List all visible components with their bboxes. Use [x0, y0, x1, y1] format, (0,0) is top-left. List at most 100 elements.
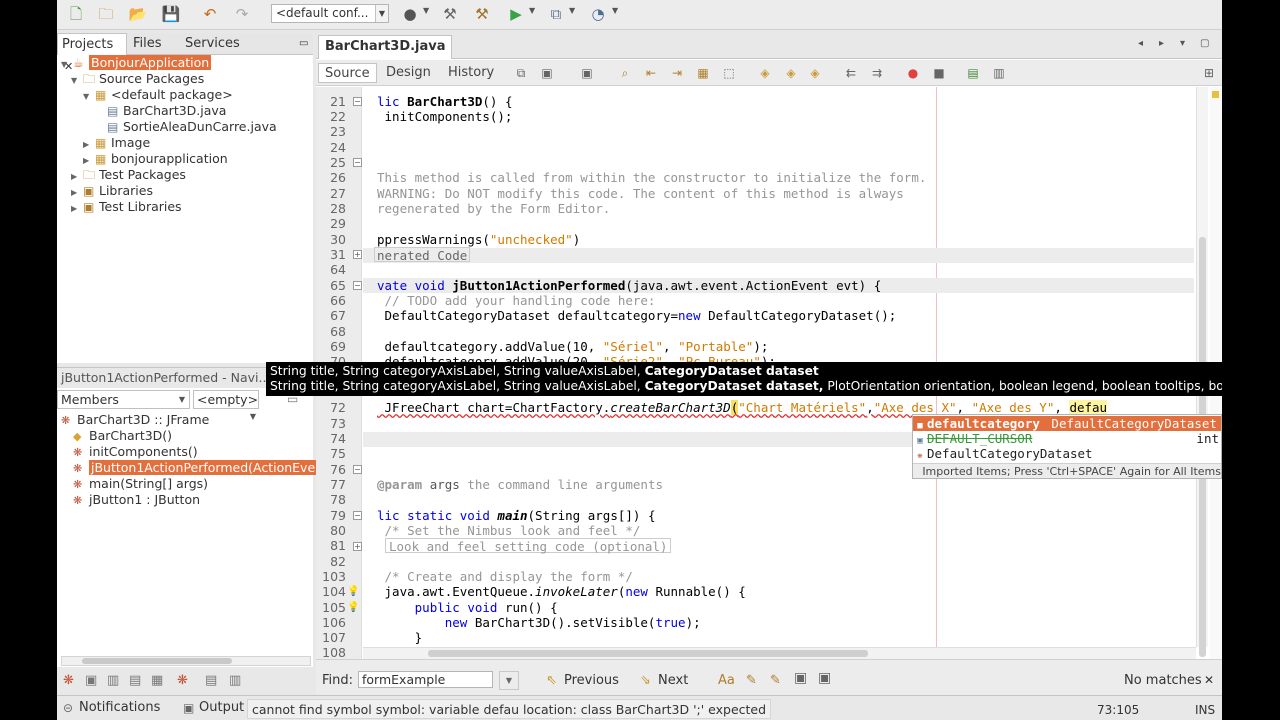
hint-bulb-icon[interactable]: 💡 — [347, 602, 359, 613]
chevron-down-icon[interactable]: ▾ — [1180, 38, 1185, 49]
warning-marker[interactable] — [1212, 91, 1219, 98]
output-tab[interactable]: Output — [199, 700, 244, 715]
rect-select-icon[interactable]: ⬚ — [720, 65, 738, 81]
save-all-icon[interactable]: 💾 — [160, 4, 182, 24]
output-icon[interactable]: ▣ — [183, 701, 194, 715]
fold-collapse-icon[interactable]: − — [353, 97, 362, 106]
find-input[interactable]: formExample — [358, 671, 493, 688]
nav-item-constructor[interactable]: ◆ BarChart3D() — [73, 428, 172, 444]
notifications-icon[interactable]: ⊝ — [63, 701, 73, 715]
nav-item-method[interactable]: ❋ jButton1ActionPerformed(ActionEven — [73, 460, 326, 476]
globe-icon[interactable]: ● — [399, 4, 421, 24]
next-bookmark-icon[interactable]: ◈ — [782, 65, 800, 81]
nav-item-method[interactable]: ❋ main(String[] args) — [73, 476, 208, 492]
scroll-left-icon[interactable]: ◂ — [1138, 38, 1143, 49]
tab-files[interactable]: Files — [129, 33, 179, 55]
sort-position-icon[interactable]: ▥ — [229, 673, 241, 688]
find-next-icon[interactable]: ⇥ — [668, 65, 686, 81]
fold-expand-icon[interactable]: + — [353, 542, 362, 551]
chevron-down-icon[interactable]: ▼ — [423, 6, 429, 15]
whole-words-icon[interactable]: ✎ — [746, 673, 757, 688]
chevron-down-icon[interactable]: ▼ — [71, 73, 83, 89]
expand-icon[interactable]: ⊞ — [1200, 65, 1218, 81]
previous-button[interactable]: Previous — [564, 673, 619, 688]
insert-mode[interactable]: INS — [1195, 703, 1215, 717]
previous-icon[interactable]: ⇖ — [546, 673, 557, 688]
chevron-down-icon[interactable]: ▼ — [499, 671, 519, 690]
nav-item-field[interactable]: ❋ jButton1 : JButton — [73, 492, 200, 508]
forward-icon[interactable]: ▣ — [578, 65, 596, 81]
profile-icon[interactable]: ◔ — [587, 4, 609, 24]
fold-collapse-icon[interactable]: − — [353, 158, 362, 167]
scrollbar-thumb[interactable] — [428, 650, 868, 657]
debug-icon[interactable]: ⧉ — [545, 4, 567, 24]
run-icon[interactable]: ▶ — [505, 4, 527, 24]
redo-icon[interactable]: ↷ — [231, 4, 253, 24]
tree-item-image[interactable]: ▶ ▦ Image — [83, 135, 150, 151]
chevron-down-icon[interactable]: ▼ — [179, 391, 185, 408]
open-project-icon[interactable]: 📂 — [127, 4, 149, 24]
new-project-icon[interactable]: 🗀 — [95, 4, 117, 24]
fold-collapse-icon[interactable]: − — [353, 511, 362, 520]
tree-item-package[interactable]: ▶ ▦ bonjourapplication — [83, 151, 228, 167]
chevron-down-icon[interactable]: ▼ — [612, 6, 618, 15]
members-select[interactable]: Members ▼ — [57, 390, 190, 409]
filter-nonpublic-icon[interactable]: ▥ — [107, 673, 119, 688]
record-macro-icon[interactable]: ● — [904, 65, 922, 81]
match-case-icon[interactable]: Aa — [718, 673, 735, 688]
tree-item-file[interactable]: ▤ BarChart3D.java — [107, 103, 226, 119]
tree-item-source-packages[interactable]: ▼ 🗀 Source Packages — [71, 71, 204, 87]
completion-item[interactable]: ■ defaultcategory DefaultCategoryDataset — [913, 416, 1221, 431]
prev-bookmark-icon[interactable]: ◈ — [756, 65, 774, 81]
highlight-icon[interactable]: ▦ — [694, 65, 712, 81]
caret-position[interactable]: 73:105 — [1097, 703, 1139, 717]
sort-icon[interactable]: ❋ — [177, 673, 188, 688]
stop-macro-icon[interactable]: ■ — [930, 65, 948, 81]
folded-code-label[interactable]: Look and feel setting code (optional) — [385, 538, 672, 554]
shift-left-icon[interactable]: ⇇ — [842, 65, 860, 81]
filter-static-icon[interactable]: ▣ — [85, 673, 97, 688]
tree-item-project[interactable]: ▼ ☕ BonjourApplication — [61, 55, 212, 71]
tree-item-test-packages[interactable]: ▶ 🗀 Test Packages — [71, 167, 186, 183]
config-select[interactable]: <default conf... — [271, 4, 389, 23]
back-icon[interactable]: ▣ — [538, 65, 556, 81]
toggle-bookmark-icon[interactable]: ◈ — [806, 65, 824, 81]
hint-bulb-icon[interactable]: 💡 — [347, 586, 359, 597]
completion-item[interactable]: ❋ DefaultCategoryDataset — [913, 446, 1221, 461]
highlight-results-icon[interactable]: ▣ — [794, 670, 807, 686]
filter-inherited-icon[interactable]: ▦ — [151, 673, 163, 688]
scrollbar-thumb[interactable] — [82, 658, 232, 664]
shift-right-icon[interactable]: ⇉ — [868, 65, 886, 81]
completion-item[interactable]: ▣ DEFAULT_CURSOR int — [913, 431, 1221, 446]
find-icon[interactable]: ⌕ — [616, 65, 634, 81]
wrap-around-icon[interactable]: ▣ — [818, 670, 831, 686]
last-edit-icon[interactable]: ⧉ — [512, 65, 530, 81]
nav-item-method[interactable]: ❋ initComponents() — [73, 444, 198, 460]
chevron-down-icon[interactable]: ▼ — [375, 5, 388, 22]
next-button[interactable]: Next — [658, 673, 688, 688]
tree-item-test-libraries[interactable]: ▶ ▣ Test Libraries — [71, 199, 182, 215]
tab-projects[interactable]: Projects ✕ — [57, 33, 127, 73]
horizontal-scrollbar[interactable] — [363, 647, 1196, 659]
chevron-right-icon[interactable]: ▶ — [71, 201, 83, 217]
close-icon[interactable]: ✕ — [1204, 673, 1214, 687]
new-file-icon[interactable]: 🗋 — [65, 4, 87, 24]
comment-icon[interactable]: ▤ — [964, 65, 982, 81]
uncomment-icon[interactable]: ▥ — [990, 65, 1008, 81]
minimize-icon[interactable]: ▭ — [295, 33, 311, 55]
filter-select[interactable]: <empty> ▼ — [193, 390, 259, 421]
chevron-down-icon[interactable]: ▼ — [250, 408, 256, 425]
folded-code-label[interactable]: nerated Code — [374, 247, 471, 263]
tree-item-libraries[interactable]: ▶ ▣ Libraries — [71, 183, 153, 199]
sort-alpha-icon[interactable]: ▤ — [205, 673, 217, 688]
clean-build-icon[interactable]: ⚒ — [471, 4, 493, 24]
tree-item-default-package[interactable]: ▼ ▦ <default package> — [83, 87, 233, 103]
find-prev-icon[interactable]: ⇤ — [642, 65, 660, 81]
nav-item-class[interactable]: ❋ BarChart3D :: JFrame — [61, 412, 209, 428]
navigator-scrollbar[interactable] — [61, 656, 311, 666]
fold-collapse-icon[interactable]: − — [353, 281, 362, 290]
scroll-right-icon[interactable]: ▸ — [1159, 38, 1164, 49]
maximize-icon[interactable]: ▢ — [1200, 38, 1209, 49]
tree-item-file[interactable]: ▤ SortieAleaDunCarre.java — [107, 119, 277, 135]
tab-design[interactable]: Design — [380, 63, 437, 83]
